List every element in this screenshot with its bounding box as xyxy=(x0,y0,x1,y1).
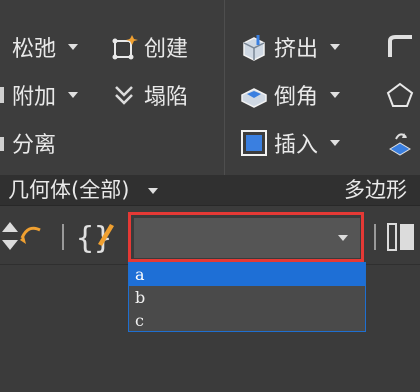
list-item[interactable]: a xyxy=(129,263,365,286)
pentagon-button[interactable] xyxy=(386,75,414,115)
geometry-all-panel-label: 几何体(全部) xyxy=(8,178,130,202)
panel-toggle-icon[interactable] xyxy=(386,220,416,258)
move-up-down-icon[interactable] xyxy=(0,220,46,256)
inset-button[interactable]: 插入 xyxy=(240,123,341,163)
relax-button[interactable]: 松弛 xyxy=(0,27,79,67)
selection-combo-box[interactable] xyxy=(134,218,360,258)
toolbar-separator xyxy=(62,224,64,250)
ribbon: 松弛 附加 分离 创建 塌陷 挤出 倒角 插入 xyxy=(0,0,420,175)
relax-label: 松弛 xyxy=(12,37,57,62)
extrude-icon xyxy=(240,33,268,61)
chevron-down-icon[interactable] xyxy=(148,188,159,194)
attach-icon xyxy=(0,81,8,109)
flip-icon xyxy=(386,129,414,157)
inset-label: 插入 xyxy=(274,133,319,158)
script-brace-icon[interactable]: {} xyxy=(76,216,120,260)
geometry-all-panel-button[interactable]: 几何体(全部) xyxy=(8,175,159,205)
create-icon xyxy=(110,33,138,61)
collapse-button[interactable]: 塌陷 xyxy=(110,75,188,115)
create-button[interactable]: 创建 xyxy=(110,27,188,67)
chevron-down-icon[interactable] xyxy=(68,92,79,98)
detach-icon xyxy=(0,129,8,157)
detach-button[interactable]: 分离 xyxy=(0,123,56,163)
extrude-label: 挤出 xyxy=(274,37,319,62)
detach-label: 分离 xyxy=(12,133,57,158)
collapse-label: 塌陷 xyxy=(144,85,189,110)
svg-text:{}: {} xyxy=(76,221,112,256)
list-item[interactable]: c xyxy=(129,309,365,332)
bridge-button[interactable] xyxy=(386,27,414,67)
inset-icon xyxy=(240,129,268,157)
attach-label: 附加 xyxy=(12,85,57,110)
chevron-down-icon[interactable] xyxy=(330,140,341,146)
pentagon-icon xyxy=(386,81,414,109)
bevel-label: 倒角 xyxy=(274,85,319,110)
flip-button[interactable] xyxy=(386,123,414,163)
chevron-down-icon[interactable] xyxy=(330,44,341,50)
combo-dropdown-list: a b c xyxy=(128,262,366,332)
list-item[interactable]: b xyxy=(129,286,365,309)
bevel-button[interactable]: 倒角 xyxy=(240,75,341,115)
chevron-down-icon[interactable] xyxy=(68,44,79,50)
create-label: 创建 xyxy=(144,37,189,62)
attach-button[interactable]: 附加 xyxy=(0,75,79,115)
chevron-down-icon[interactable] xyxy=(330,92,341,98)
collapse-icon xyxy=(110,81,138,109)
bridge-icon xyxy=(386,33,414,61)
extrude-button[interactable]: 挤出 xyxy=(240,27,341,67)
chevron-down-icon[interactable] xyxy=(338,235,348,241)
bevel-icon xyxy=(240,81,268,109)
polygon-panel-label: 多边形 xyxy=(344,178,407,202)
toolbar-separator xyxy=(374,224,376,250)
